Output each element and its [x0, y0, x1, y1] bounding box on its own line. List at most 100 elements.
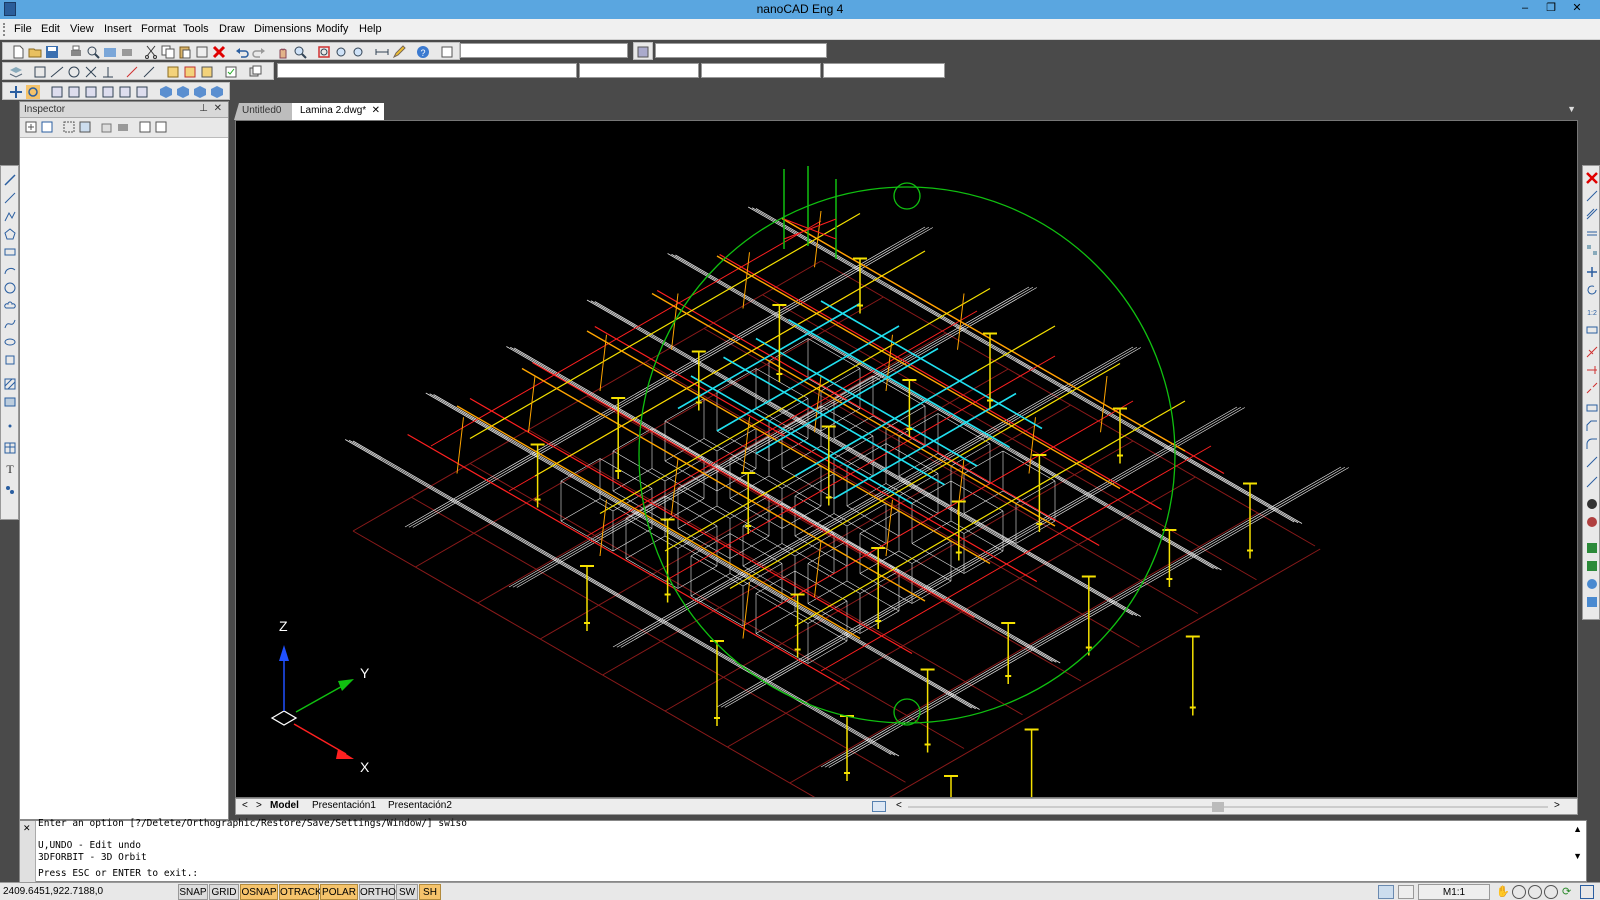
menu-tools[interactable]: Tools: [183, 23, 209, 35]
hscroll-right-button[interactable]: >: [1554, 800, 1560, 811]
status-polar-toggle[interactable]: POLAR: [320, 884, 358, 900]
view-nw-iso-icon[interactable]: [210, 85, 224, 99]
render-icon[interactable]: [1586, 498, 1598, 510]
arc-icon[interactable]: [4, 264, 16, 276]
view-front-icon[interactable]: [118, 85, 132, 99]
explode-icon[interactable]: [1586, 456, 1598, 468]
view-ne-iso-icon[interactable]: [193, 85, 207, 99]
new-file-icon[interactable]: [11, 45, 25, 59]
offset-icon[interactable]: [1586, 226, 1598, 238]
join-icon[interactable]: [1586, 402, 1598, 414]
print-inspector-icon[interactable]: [116, 120, 130, 134]
fillet-icon[interactable]: [1586, 438, 1598, 450]
layer-combo[interactable]: [277, 63, 577, 78]
categorized-icon[interactable]: [24, 120, 38, 134]
mirror-icon[interactable]: [1586, 208, 1598, 220]
move-icon[interactable]: [1586, 266, 1598, 278]
annotation-scale[interactable]: M1:1: [1418, 884, 1490, 900]
block-icon[interactable]: [4, 354, 16, 366]
text-style-combo[interactable]: [460, 43, 628, 58]
filter-icon[interactable]: [138, 120, 152, 134]
trim-icon[interactable]: [1586, 346, 1598, 358]
zoom-status-icon[interactable]: [1512, 885, 1526, 899]
pan-status-icon[interactable]: ✋: [1496, 885, 1510, 899]
distance-icon[interactable]: [375, 45, 389, 59]
snap-node-icon[interactable]: [84, 65, 98, 79]
scrollbar-thumb[interactable]: [1212, 802, 1224, 812]
hscroll-left-button[interactable]: <: [896, 800, 902, 811]
status-sw-toggle[interactable]: SW: [396, 884, 418, 900]
view-sw-iso-icon[interactable]: [159, 85, 173, 99]
zoom-previous-icon[interactable]: [351, 45, 365, 59]
save-icon[interactable]: [45, 45, 59, 59]
menu-edit[interactable]: Edit: [41, 23, 60, 35]
status-sh-toggle[interactable]: SH: [419, 884, 441, 900]
snap-nearest-icon[interactable]: [142, 65, 156, 79]
menu-file[interactable]: File: [14, 23, 32, 35]
union-icon[interactable]: [1586, 578, 1598, 590]
status-ortho-toggle[interactable]: ORTHO: [359, 884, 396, 900]
xline-icon[interactable]: [4, 192, 16, 204]
menu-format[interactable]: Format: [141, 23, 176, 35]
snap-midpoint-icon[interactable]: [50, 65, 64, 79]
layer-manager-icon[interactable]: [9, 65, 23, 79]
pin-icon[interactable]: ⊥: [199, 103, 208, 114]
snap-perpendicular-icon[interactable]: [101, 65, 115, 79]
view-bottom-icon[interactable]: [67, 85, 81, 99]
close-button[interactable]: ✕: [1566, 0, 1588, 18]
boundary-icon[interactable]: [1586, 560, 1598, 572]
spline-icon[interactable]: [4, 318, 16, 330]
zoom-extents-icon[interactable]: [334, 45, 348, 59]
chamfer-icon[interactable]: [1586, 420, 1598, 432]
ellipse-icon[interactable]: [4, 336, 16, 348]
view-top-icon[interactable]: [50, 85, 64, 99]
clean-screen-icon[interactable]: [1580, 885, 1594, 899]
point-icon[interactable]: [4, 420, 16, 432]
menu-draw[interactable]: Draw: [219, 23, 245, 35]
view-back-icon[interactable]: [135, 85, 149, 99]
horizontal-scrollbar[interactable]: [908, 806, 1548, 808]
layout-prev-button[interactable]: <: [242, 800, 248, 811]
print-preview-icon[interactable]: [86, 45, 100, 59]
command-close-icon[interactable]: ✕: [23, 823, 31, 834]
zoom-window-status-icon[interactable]: [1528, 885, 1542, 899]
copy-icon[interactable]: [161, 45, 175, 59]
hatch-icon[interactable]: [4, 378, 16, 390]
minimize-button[interactable]: –: [1514, 0, 1536, 18]
help-icon[interactable]: ?: [416, 45, 430, 59]
redo-icon[interactable]: [252, 45, 266, 59]
zoom-window-icon[interactable]: [317, 45, 331, 59]
block-insert-icon[interactable]: [166, 65, 180, 79]
line-icon[interactable]: [4, 174, 16, 186]
command-line[interactable]: ✕ Enter an option [?/Delete/Orthographic…: [19, 818, 1587, 883]
zoom-realtime-icon[interactable]: [293, 45, 307, 59]
view-se-iso-icon[interactable]: [176, 85, 190, 99]
layout-next-button[interactable]: >: [256, 800, 262, 811]
view-left-icon[interactable]: [84, 85, 98, 99]
linetype-combo[interactable]: [701, 63, 821, 78]
erase-icon[interactable]: [212, 45, 226, 59]
menu-view[interactable]: View: [70, 23, 94, 35]
status-otrack-toggle[interactable]: OTRACK: [279, 884, 322, 900]
lineweight-combo[interactable]: [823, 63, 945, 78]
layer-states-icon[interactable]: [248, 65, 262, 79]
dim-style-icon[interactable]: [636, 45, 650, 59]
3d-orbit-icon[interactable]: [26, 85, 40, 99]
drawing-viewport[interactable]: Z Y X: [235, 120, 1578, 798]
break-icon[interactable]: [1586, 382, 1598, 394]
snap-endpoint-icon[interactable]: [33, 65, 47, 79]
plot-icon[interactable]: [120, 45, 134, 59]
cut-icon[interactable]: [144, 45, 158, 59]
snap-tangent-icon[interactable]: [125, 65, 139, 79]
properties-icon[interactable]: [224, 65, 238, 79]
paste-icon[interactable]: [178, 45, 192, 59]
dim-style-combo[interactable]: [655, 43, 827, 58]
restore-button[interactable]: ❐: [1540, 0, 1562, 18]
pick-add-icon[interactable]: [154, 120, 168, 134]
region-icon[interactable]: [1586, 542, 1598, 554]
scale-icon[interactable]: 1:2: [1586, 306, 1598, 318]
extend-icon[interactable]: [1586, 364, 1598, 376]
publish-icon[interactable]: [103, 45, 117, 59]
tab-presentacion1[interactable]: Presentación1: [312, 800, 376, 811]
rotate-icon[interactable]: [1586, 284, 1598, 296]
